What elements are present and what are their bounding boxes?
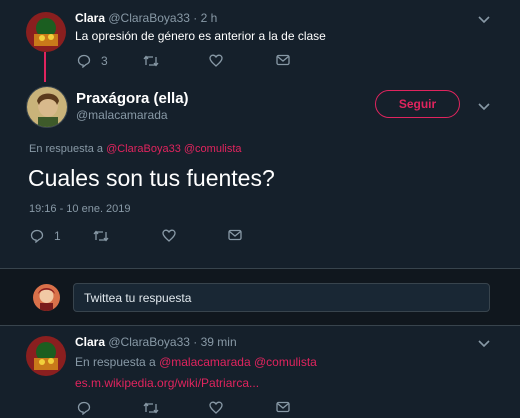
heart-icon <box>209 401 223 414</box>
tweet-timestamp[interactable]: 19:16 - 10 ene. 2019 <box>29 203 131 215</box>
reply-icon <box>77 54 91 68</box>
avatar-image <box>27 87 67 127</box>
mention-link[interactable]: @ClaraBoya33 <box>106 143 181 155</box>
external-link[interactable]: es.m.wikipedia.org/wiki/Patriarca... <box>75 376 259 390</box>
reply-input-placeholder: Twittea tu respuesta <box>84 290 192 305</box>
author-handle[interactable]: @ClaraBoya33 <box>108 335 190 349</box>
envelope-icon <box>276 54 290 66</box>
tweet-time[interactable]: · 2 h <box>193 11 217 25</box>
reply-button[interactable]: 3 <box>77 54 108 68</box>
author-name[interactable]: Clara <box>75 335 105 349</box>
envelope-icon <box>228 229 242 241</box>
reply-context: En respuesta a @ClaraBoya33 @comulista <box>29 143 242 155</box>
chevron-down-icon[interactable] <box>477 100 491 114</box>
author-name[interactable]: Clara <box>75 11 105 25</box>
thread-line <box>44 52 46 82</box>
tweet-text: La opresión de género es anterior a la d… <box>75 29 326 43</box>
author-handle[interactable]: @ClaraBoya33 <box>108 11 190 25</box>
heart-icon <box>209 54 223 67</box>
avatar[interactable] <box>26 12 66 52</box>
follow-button[interactable]: Seguir <box>375 90 460 118</box>
chevron-down-icon[interactable] <box>477 337 491 351</box>
mention-link[interactable]: @comulista <box>184 143 242 155</box>
user-avatar[interactable] <box>33 284 60 311</box>
reply-button[interactable]: 1 <box>30 229 61 243</box>
message-button[interactable] <box>276 401 290 413</box>
mention-link[interactable]: @comulista <box>254 355 317 369</box>
author-name[interactable]: Praxágora (ella) <box>76 90 189 107</box>
reply-button[interactable] <box>77 401 91 415</box>
message-button[interactable] <box>276 54 290 66</box>
retweet-button[interactable] <box>143 401 159 415</box>
mention-link[interactable]: @malacamarada <box>159 355 251 369</box>
tweet-time[interactable]: · 39 min <box>193 335 236 349</box>
message-button[interactable] <box>228 229 242 241</box>
like-button[interactable] <box>209 401 223 414</box>
avatar-image <box>26 336 66 376</box>
reply-count: 3 <box>101 54 108 68</box>
retweet-button[interactable] <box>143 54 159 68</box>
envelope-icon <box>276 401 290 413</box>
author-handle[interactable]: @malacamarada <box>76 108 168 122</box>
avatar[interactable] <box>26 336 66 376</box>
reply-icon <box>77 401 91 415</box>
retweet-button[interactable] <box>93 229 109 243</box>
like-button[interactable] <box>209 54 223 67</box>
retweet-icon <box>93 230 109 242</box>
avatar[interactable] <box>26 86 68 128</box>
retweet-icon <box>143 402 159 414</box>
avatar-image <box>26 12 66 52</box>
retweet-icon <box>143 55 159 67</box>
reply-context-prefix: En respuesta a <box>75 355 156 369</box>
reply-input[interactable]: Twittea tu respuesta <box>73 283 490 312</box>
tweet-text: Cuales son tus fuentes? <box>28 165 275 191</box>
reply-count: 1 <box>54 229 61 243</box>
reply-context: En respuesta a @malacamarada @comulista <box>75 355 317 369</box>
reply-context-prefix: En respuesta a <box>29 143 103 155</box>
like-button[interactable] <box>162 229 176 242</box>
avatar-image <box>33 284 60 311</box>
reply-icon <box>30 229 44 243</box>
chevron-down-icon[interactable] <box>477 13 491 27</box>
heart-icon <box>162 229 176 242</box>
